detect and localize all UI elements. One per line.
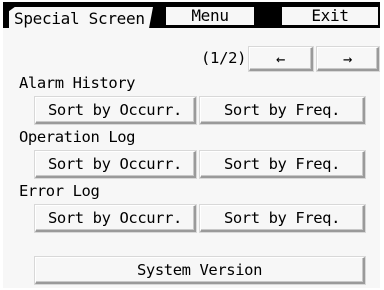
left-arrow-icon: ←: [276, 50, 285, 68]
page-indicator: (1/2): [201, 49, 247, 67]
alarm-history-sort-by-frequency-button[interactable]: Sort by Freq.: [200, 97, 365, 124]
operation-log-sort-by-frequency-button[interactable]: Sort by Freq.: [200, 151, 365, 178]
alarm-history-sort-by-occurrence-button[interactable]: Sort by Occurr.: [35, 97, 196, 124]
section-title-alarm-history: Alarm History: [19, 74, 136, 92]
prev-page-button[interactable]: ←: [249, 47, 313, 71]
system-version-button[interactable]: System Version: [35, 257, 365, 284]
exit-button[interactable]: Exit: [282, 7, 378, 25]
special-screen: Special Screen Menu Exit (1/2) ← → Alarm…: [3, 2, 380, 288]
tab-special-screen[interactable]: Special Screen: [9, 7, 153, 30]
error-log-sort-by-frequency-button[interactable]: Sort by Freq.: [200, 205, 365, 232]
section-title-error-log: Error Log: [19, 182, 100, 200]
next-page-button[interactable]: →: [317, 47, 379, 71]
section-title-operation-log: Operation Log: [19, 128, 136, 146]
right-arrow-icon: →: [343, 50, 352, 68]
title-bar: Special Screen Menu Exit: [3, 2, 380, 30]
operation-log-sort-by-occurrence-button[interactable]: Sort by Occurr.: [35, 151, 196, 178]
menu-button[interactable]: Menu: [166, 7, 254, 25]
error-log-sort-by-occurrence-button[interactable]: Sort by Occurr.: [35, 205, 196, 232]
